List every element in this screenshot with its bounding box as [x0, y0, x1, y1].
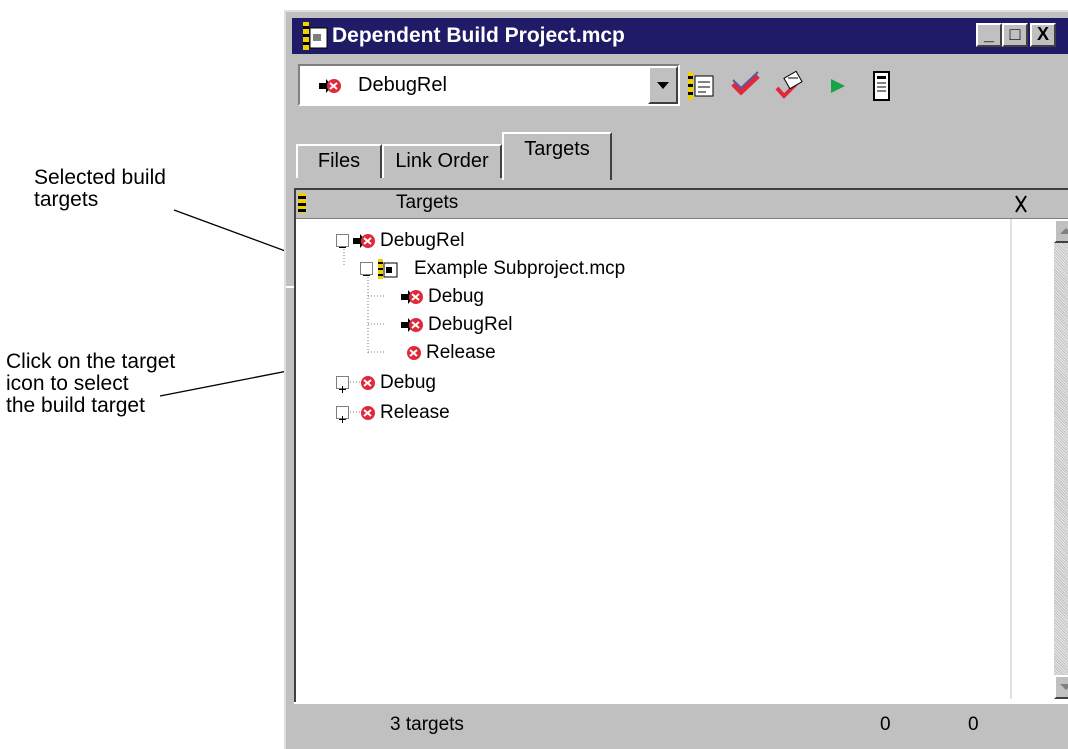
target-count: 3 targets: [390, 714, 464, 735]
tab-targets[interactable]: Targets: [502, 132, 612, 180]
vertical-scrollbar[interactable]: [1054, 219, 1068, 699]
targets-list: Targets DebugRel Example Subproject.mcp …: [294, 188, 1068, 745]
target-selected-icon: [319, 79, 341, 93]
target-select-value: DebugRel: [358, 74, 447, 96]
dropdown-arrow-button[interactable]: [648, 66, 678, 104]
debug-icon[interactable]: [866, 70, 898, 102]
column-divider: [1010, 219, 1012, 699]
run-icon[interactable]: [822, 70, 854, 102]
tree-row-release[interactable]: Release: [336, 400, 736, 426]
window-title: Dependent Build Project.mcp: [332, 24, 625, 47]
tree-row-debugrel[interactable]: DebugRel: [336, 228, 836, 254]
tree-row-sub-debugrel[interactable]: DebugRel: [384, 312, 784, 338]
minimize-button[interactable]: _: [976, 23, 1002, 47]
targets-column-header[interactable]: Targets: [396, 192, 458, 214]
target-select[interactable]: DebugRel: [298, 64, 680, 106]
chevron-down-icon: [1060, 684, 1068, 690]
tree-label: Debug: [380, 372, 436, 393]
tree-label: Debug: [428, 286, 484, 307]
scroll-down-button[interactable]: [1054, 675, 1068, 699]
list-header: Targets: [296, 190, 1068, 219]
chevron-up-icon: [1060, 228, 1068, 234]
scroll-up-button[interactable]: [1054, 219, 1068, 243]
tree-row-sub-release[interactable]: Release: [384, 340, 784, 366]
target-icon[interactable]: [400, 342, 424, 364]
tab-files[interactable]: Files: [296, 144, 382, 178]
tree-label: DebugRel: [380, 230, 465, 251]
link-column-icon[interactable]: [1010, 193, 1032, 215]
project-file-icon: [303, 22, 328, 50]
collapse-toggle[interactable]: [336, 234, 349, 248]
tree-row-debug[interactable]: Debug: [336, 370, 736, 396]
tab-link-order[interactable]: Link Order: [382, 144, 502, 178]
tree-label: Release: [426, 342, 496, 363]
expand-toggle[interactable]: [336, 406, 349, 423]
tab-bar: Files Link Order Targets: [286, 120, 1068, 288]
tree-label: Example Subproject.mcp: [414, 258, 626, 279]
expand-toggle[interactable]: [336, 376, 349, 393]
synchronize-check-icon[interactable]: [730, 70, 762, 102]
title-bar[interactable]: Dependent Build Project.mcp _ □ X: [292, 18, 1068, 54]
make-icon[interactable]: [774, 70, 806, 102]
maximize-button[interactable]: □: [1002, 23, 1028, 47]
target-selected-icon[interactable]: [400, 314, 424, 336]
target-icon[interactable]: [356, 402, 380, 424]
target-selected-icon[interactable]: [400, 286, 424, 308]
tree-label: DebugRel: [428, 314, 513, 335]
project-window: Dependent Build Project.mcp _ □ X DebugR…: [284, 10, 1068, 749]
status-value-b: 0: [968, 714, 979, 735]
project-file-icon: [378, 259, 398, 279]
status-value-a: 0: [880, 714, 891, 735]
chevron-down-icon: [657, 82, 669, 89]
target-selected-icon[interactable]: [352, 230, 376, 252]
collapse-toggle[interactable]: [360, 262, 373, 276]
target-settings-icon[interactable]: [686, 70, 718, 102]
flag-column-icon[interactable]: [298, 193, 306, 213]
tree-row-example-subproject[interactable]: Example Subproject.mcp: [360, 256, 860, 282]
target-icon[interactable]: [356, 372, 380, 394]
tree-label: Release: [380, 402, 450, 423]
close-button[interactable]: X: [1030, 23, 1056, 47]
tree-row-sub-debug[interactable]: Debug: [384, 284, 784, 310]
status-bar: 3 targets 0 0: [294, 702, 1068, 748]
